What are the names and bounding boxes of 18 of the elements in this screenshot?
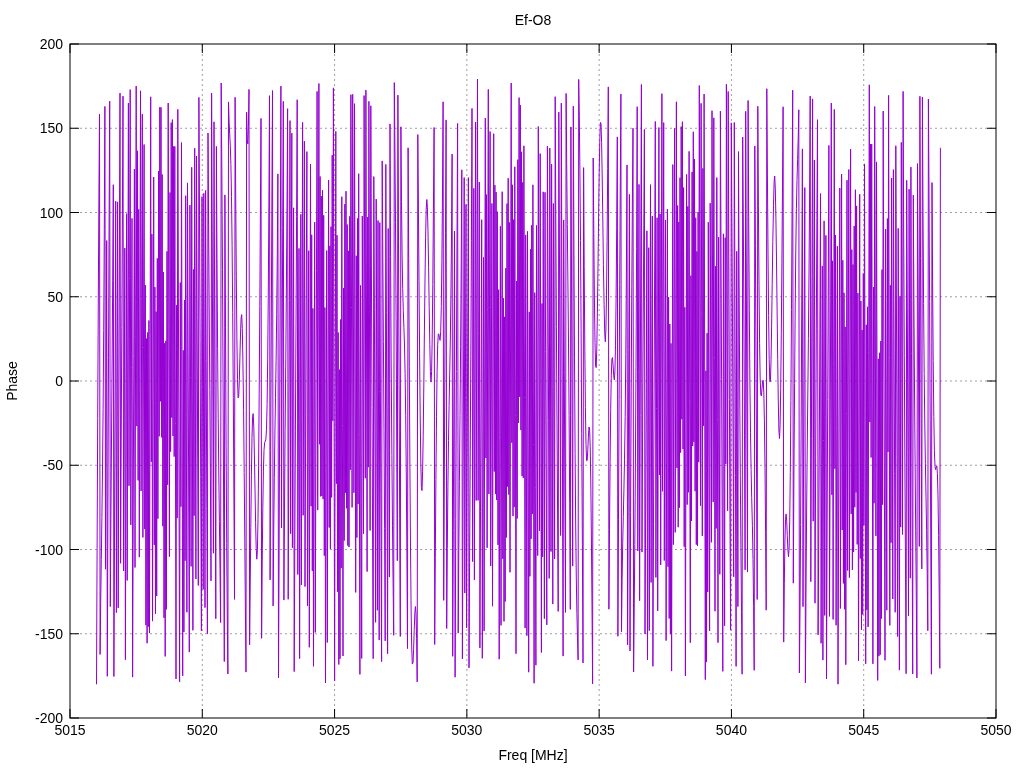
axis-tick-label: 5045 [848, 722, 880, 738]
axis-tick-label: 200 [39, 36, 63, 52]
axis-tick-label: 100 [39, 204, 63, 221]
axis-tick-label: 150 [39, 120, 63, 137]
axis-tick-label: -100 [34, 541, 63, 558]
axis-tick-label: 5050 [980, 722, 1012, 738]
axis-tick-label: 0 [55, 373, 63, 389]
axis-tick-label: 5025 [319, 722, 351, 738]
y-axis-label: Phase [4, 361, 20, 401]
axis-tick-label: 5035 [583, 722, 615, 738]
axis-tick-label: 5040 [715, 722, 747, 738]
chart-title: Ef-O8 [514, 12, 552, 28]
axis-tick-label: -150 [34, 625, 63, 642]
axis-tick-label: 5030 [451, 722, 483, 738]
axis-tick-label: -50 [42, 457, 63, 474]
axis-tick-label: 5020 [186, 722, 218, 738]
x-axis-label: Freq [MHz] [498, 747, 568, 763]
axis-tick-label: 50 [47, 288, 63, 305]
